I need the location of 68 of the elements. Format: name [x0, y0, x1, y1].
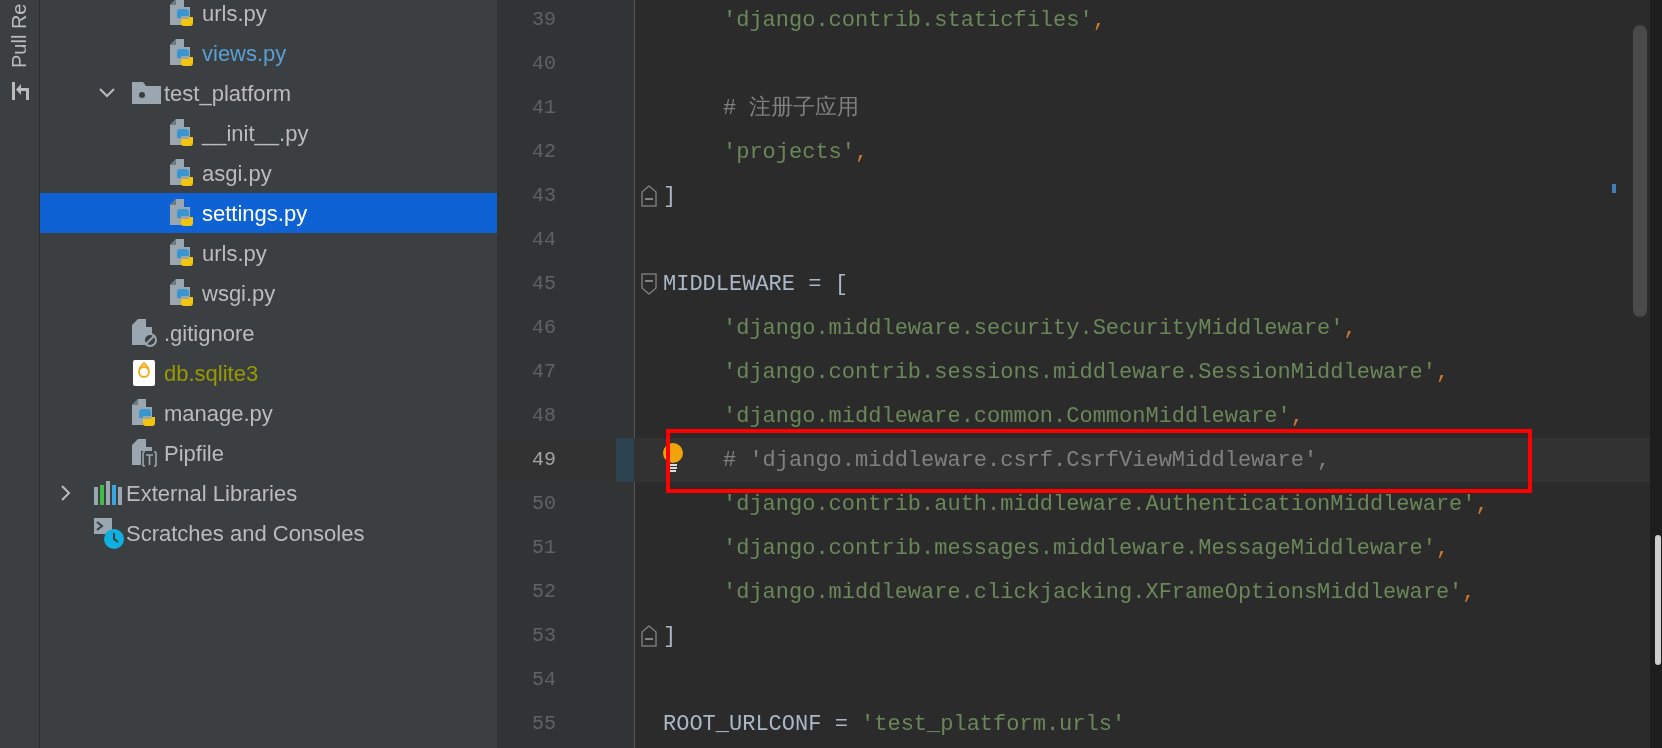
- code-text: # 注册子应用: [723, 95, 860, 121]
- code-text: ,: [1092, 7, 1106, 33]
- pull-requests-tab[interactable]: Pull Re: [7, 3, 31, 68]
- code-text: ,: [1290, 403, 1304, 429]
- code-text: ,: [1435, 359, 1450, 385]
- code-text: ,: [1475, 491, 1489, 517]
- code-text: ]: [663, 183, 677, 209]
- tree-row[interactable]: db.sqlite3: [40, 353, 497, 393]
- tree-row[interactable]: .gitignore: [40, 313, 497, 353]
- tree-row[interactable]: asgi.py: [40, 153, 497, 193]
- tree-row[interactable]: __init__.py: [40, 113, 497, 153]
- tree-row[interactable]: manage.py: [40, 393, 497, 433]
- chevron-right-icon[interactable]: [61, 485, 71, 501]
- code-text: 'django.contrib.auth.middleware.AuthenticationMiddleware': [723, 491, 1476, 517]
- code-text: 'django.middleware.common.CommonMiddleware': [723, 403, 1291, 429]
- file-name: .gitignore: [164, 319, 255, 348]
- folder-icon: [132, 82, 161, 104]
- code-text: ,: [855, 139, 869, 165]
- file-name: wsgi.py: [202, 279, 276, 308]
- file-name: db.sqlite3: [164, 359, 259, 388]
- lightbulb-icon[interactable]: [662, 443, 684, 473]
- tree-row[interactable]: External Libraries: [40, 473, 497, 513]
- file-name: Scratches and Consoles: [126, 519, 365, 548]
- tree-row[interactable]: Scratches and Consoles: [40, 513, 497, 553]
- file-name: urls.py: [202, 0, 267, 28]
- code-text: # 'django.middleware.csrf.CsrfViewMiddleware',: [723, 447, 1331, 473]
- tree-row[interactable]: urls.py: [40, 0, 497, 33]
- code-text: ,: [1435, 535, 1450, 561]
- code-text: 'django.contrib.messages.middleware.MessageMiddleware': [723, 535, 1436, 561]
- libraries-icon: [94, 481, 123, 505]
- file-name: Pipfile: [164, 439, 224, 468]
- code-text: 'django.middleware.security.SecurityMiddleware': [723, 315, 1344, 341]
- file-name: External Libraries: [126, 479, 298, 508]
- file-name: views.py: [202, 39, 287, 68]
- code-text: ]: [663, 623, 677, 649]
- code-text: ROOT_URLCONF =: [663, 711, 849, 737]
- file-name: urls.py: [202, 239, 267, 268]
- line-number: 49: [531, 447, 556, 473]
- file-name: asgi.py: [202, 159, 272, 188]
- file-name: settings.py: [202, 199, 308, 228]
- file-name: __init__.py: [202, 119, 309, 148]
- chevron-down-icon[interactable]: [99, 88, 115, 98]
- code-text: 'django.contrib.sessions.middleware.SessionMiddleware': [723, 359, 1436, 385]
- code-text: 'test_platform.urls': [861, 711, 1126, 737]
- scrollbar-thumb[interactable]: [1655, 535, 1661, 665]
- ignore-file-icon: [132, 319, 158, 347]
- tree-row[interactable]: wsgi.py: [40, 273, 497, 313]
- file-name: test_platform: [164, 79, 292, 108]
- database-file-icon: [132, 359, 156, 387]
- code-text: 'django.contrib.staticfiles': [723, 7, 1093, 33]
- fold-end-icon[interactable]: [640, 625, 657, 647]
- code-text: ,: [1462, 579, 1476, 605]
- tree-row[interactable]: urls.py: [40, 233, 497, 273]
- code-text: 'projects': [723, 139, 856, 165]
- text-file-icon: [132, 439, 159, 467]
- code-text: ,: [1343, 315, 1357, 341]
- scrollbar-thumb[interactable]: [1633, 25, 1647, 317]
- scratches-icon: [94, 517, 125, 549]
- tree-row[interactable]: settings.py: [40, 193, 497, 233]
- tree-row[interactable]: Pipfile: [40, 433, 497, 473]
- code-text: 'django.middleware.clickjacking.XFrameOptionsMiddleware': [723, 579, 1463, 605]
- fold-icon[interactable]: [640, 273, 657, 295]
- code-text: MIDDLEWARE = [: [663, 271, 848, 297]
- tree-row[interactable]: views.py: [40, 33, 497, 73]
- file-name: manage.py: [164, 399, 273, 428]
- tree-row[interactable]: test_platform: [40, 73, 497, 113]
- fold-end-icon[interactable]: [640, 185, 657, 207]
- pull-request-icon[interactable]: [10, 80, 32, 102]
